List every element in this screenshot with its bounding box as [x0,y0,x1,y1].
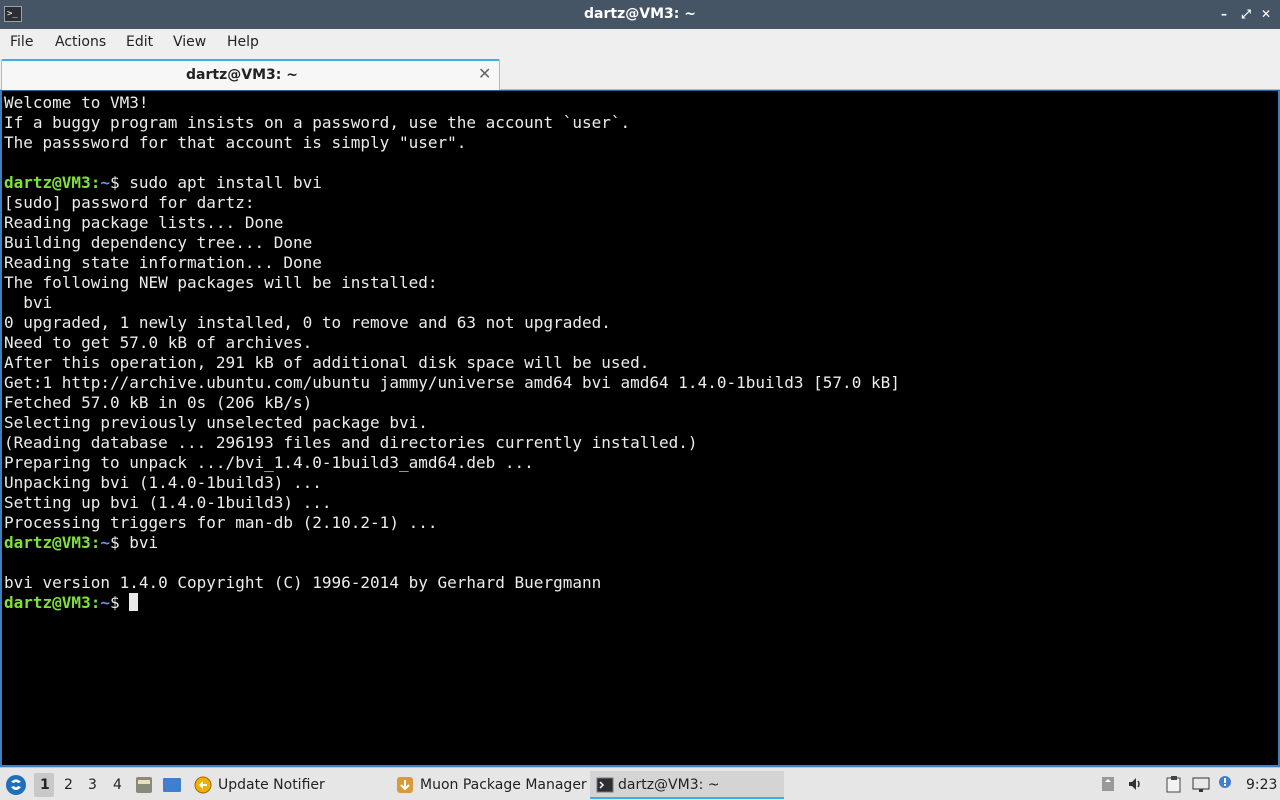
menu-view[interactable]: View [173,34,206,50]
desktop-1[interactable]: 1 [40,777,50,793]
update-notifier-icon [194,776,212,794]
menu-bar: File Actions Edit View Help [0,29,1280,57]
terminal-prompt-line: dartz@VM3:~$ sudo apt install bvi [4,173,322,192]
prompt-user: dartz@VM3 [4,533,91,552]
desktop-3[interactable]: 3 [88,777,97,793]
clock[interactable]: 9:23 [1246,777,1277,793]
terminal-line: Building dependency tree... Done [4,233,313,252]
terminal-line: bvi [4,293,53,312]
terminal-line: Reading package lists... Done [4,213,284,232]
maximize-button[interactable]: ⤢ [1236,4,1256,24]
terminal-line: The passsword for that account is simply… [4,133,467,152]
desktop-4[interactable]: 4 [113,777,122,793]
window-title: dartz@VM3: ~ [584,6,696,22]
desktop-2[interactable]: 2 [64,777,73,793]
terminal-prompt-line: dartz@VM3:~$ bvi [4,533,159,552]
volume-icon[interactable] [1127,776,1143,792]
terminal-line: The following NEW packages will be insta… [4,273,438,292]
tab-terminal[interactable]: dartz@VM3: ~ ✕ [1,59,500,90]
menu-actions[interactable]: Actions [55,34,106,50]
clipboard-icon[interactable] [1165,775,1183,793]
terminal-prompt-line: dartz@VM3:~$ [4,593,1276,613]
task-label: Muon Package Manager [420,777,587,793]
terminal-line: bvi version 1.4.0 Copyright (C) 1996-201… [4,573,602,592]
task-terminal[interactable]: dartz@VM3: ~ [590,771,784,799]
terminal-cursor [129,593,139,611]
notification-icon[interactable] [1216,775,1234,793]
menu-edit[interactable]: Edit [126,34,153,50]
prompt-path: ~ [100,593,110,612]
prompt-path: ~ [100,173,110,192]
task-label: Update Notifier [218,777,325,793]
package-manager-icon [397,777,413,793]
file-manager-icon[interactable] [135,775,153,795]
minimize-button[interactable]: – [1214,4,1234,24]
terminal-icon [596,777,614,793]
terminal-line: Welcome to VM3! [4,93,149,112]
terminal-output: Welcome to VM3! If a buggy program insist… [4,93,1276,613]
menu-help[interactable]: Help [227,34,259,50]
close-button[interactable]: ✕ [1256,4,1276,24]
prompt-user: dartz@VM3 [4,593,91,612]
tab-bar: dartz@VM3: ~ ✕ [0,57,1280,90]
task-muon-package-manager[interactable]: Muon Package Manager [396,771,587,799]
terminal-line: Reading state information... Done [4,253,322,272]
terminal-line: Need to get 57.0 kB of archives. [4,333,313,352]
prompt-user: dartz@VM3 [4,173,91,192]
prompt-command: bvi [129,533,159,552]
terminal-line: [sudo] password for dartz: [4,193,255,212]
terminal-line: Get:1 http://archive.ubuntu.com/ubuntu j… [4,373,900,392]
terminal-line: Unpacking bvi (1.4.0-1build3) ... [4,473,322,492]
start-menu-icon[interactable] [5,774,27,796]
terminal-line: 0 upgraded, 1 newly installed, 0 to remo… [4,313,611,332]
terminal-line: After this operation, 291 kB of addition… [4,353,650,372]
terminal-line: (Reading database ... 296193 files and d… [4,433,698,452]
task-label: dartz@VM3: ~ [618,777,720,793]
prompt-command: sudo apt install bvi [129,173,322,192]
terminal-line: Setting up bvi (1.4.0-1build3) ... [4,493,332,512]
storage-icon[interactable] [1100,776,1116,792]
terminal-line: Processing triggers for man-db (2.10.2-1… [4,513,438,532]
network-icon[interactable] [1192,775,1210,793]
taskbar: 1 2 3 4 Update Notifier Muon Package Man… [0,767,1280,800]
tab-label: dartz@VM3: ~ [186,67,298,83]
terminal-line: Fetched 57.0 kB in 0s (206 kB/s) [4,393,313,412]
tab-close-icon[interactable]: ✕ [478,64,491,83]
prompt-path: ~ [100,533,110,552]
task-update-notifier[interactable]: Update Notifier [194,771,390,799]
terminal-view[interactable]: Welcome to VM3! If a buggy program insist… [0,90,1280,767]
window-titlebar[interactable]: >_ dartz@VM3: ~ – ⤢ ✕ [0,0,1280,29]
menu-file[interactable]: File [10,34,33,50]
show-desktop-icon[interactable] [162,776,182,794]
terminal-line: If a buggy program insists on a password… [4,113,631,132]
terminal-line: Preparing to unpack .../bvi_1.4.0-1build… [4,453,534,472]
terminal-line: Selecting previously unselected package … [4,413,428,432]
